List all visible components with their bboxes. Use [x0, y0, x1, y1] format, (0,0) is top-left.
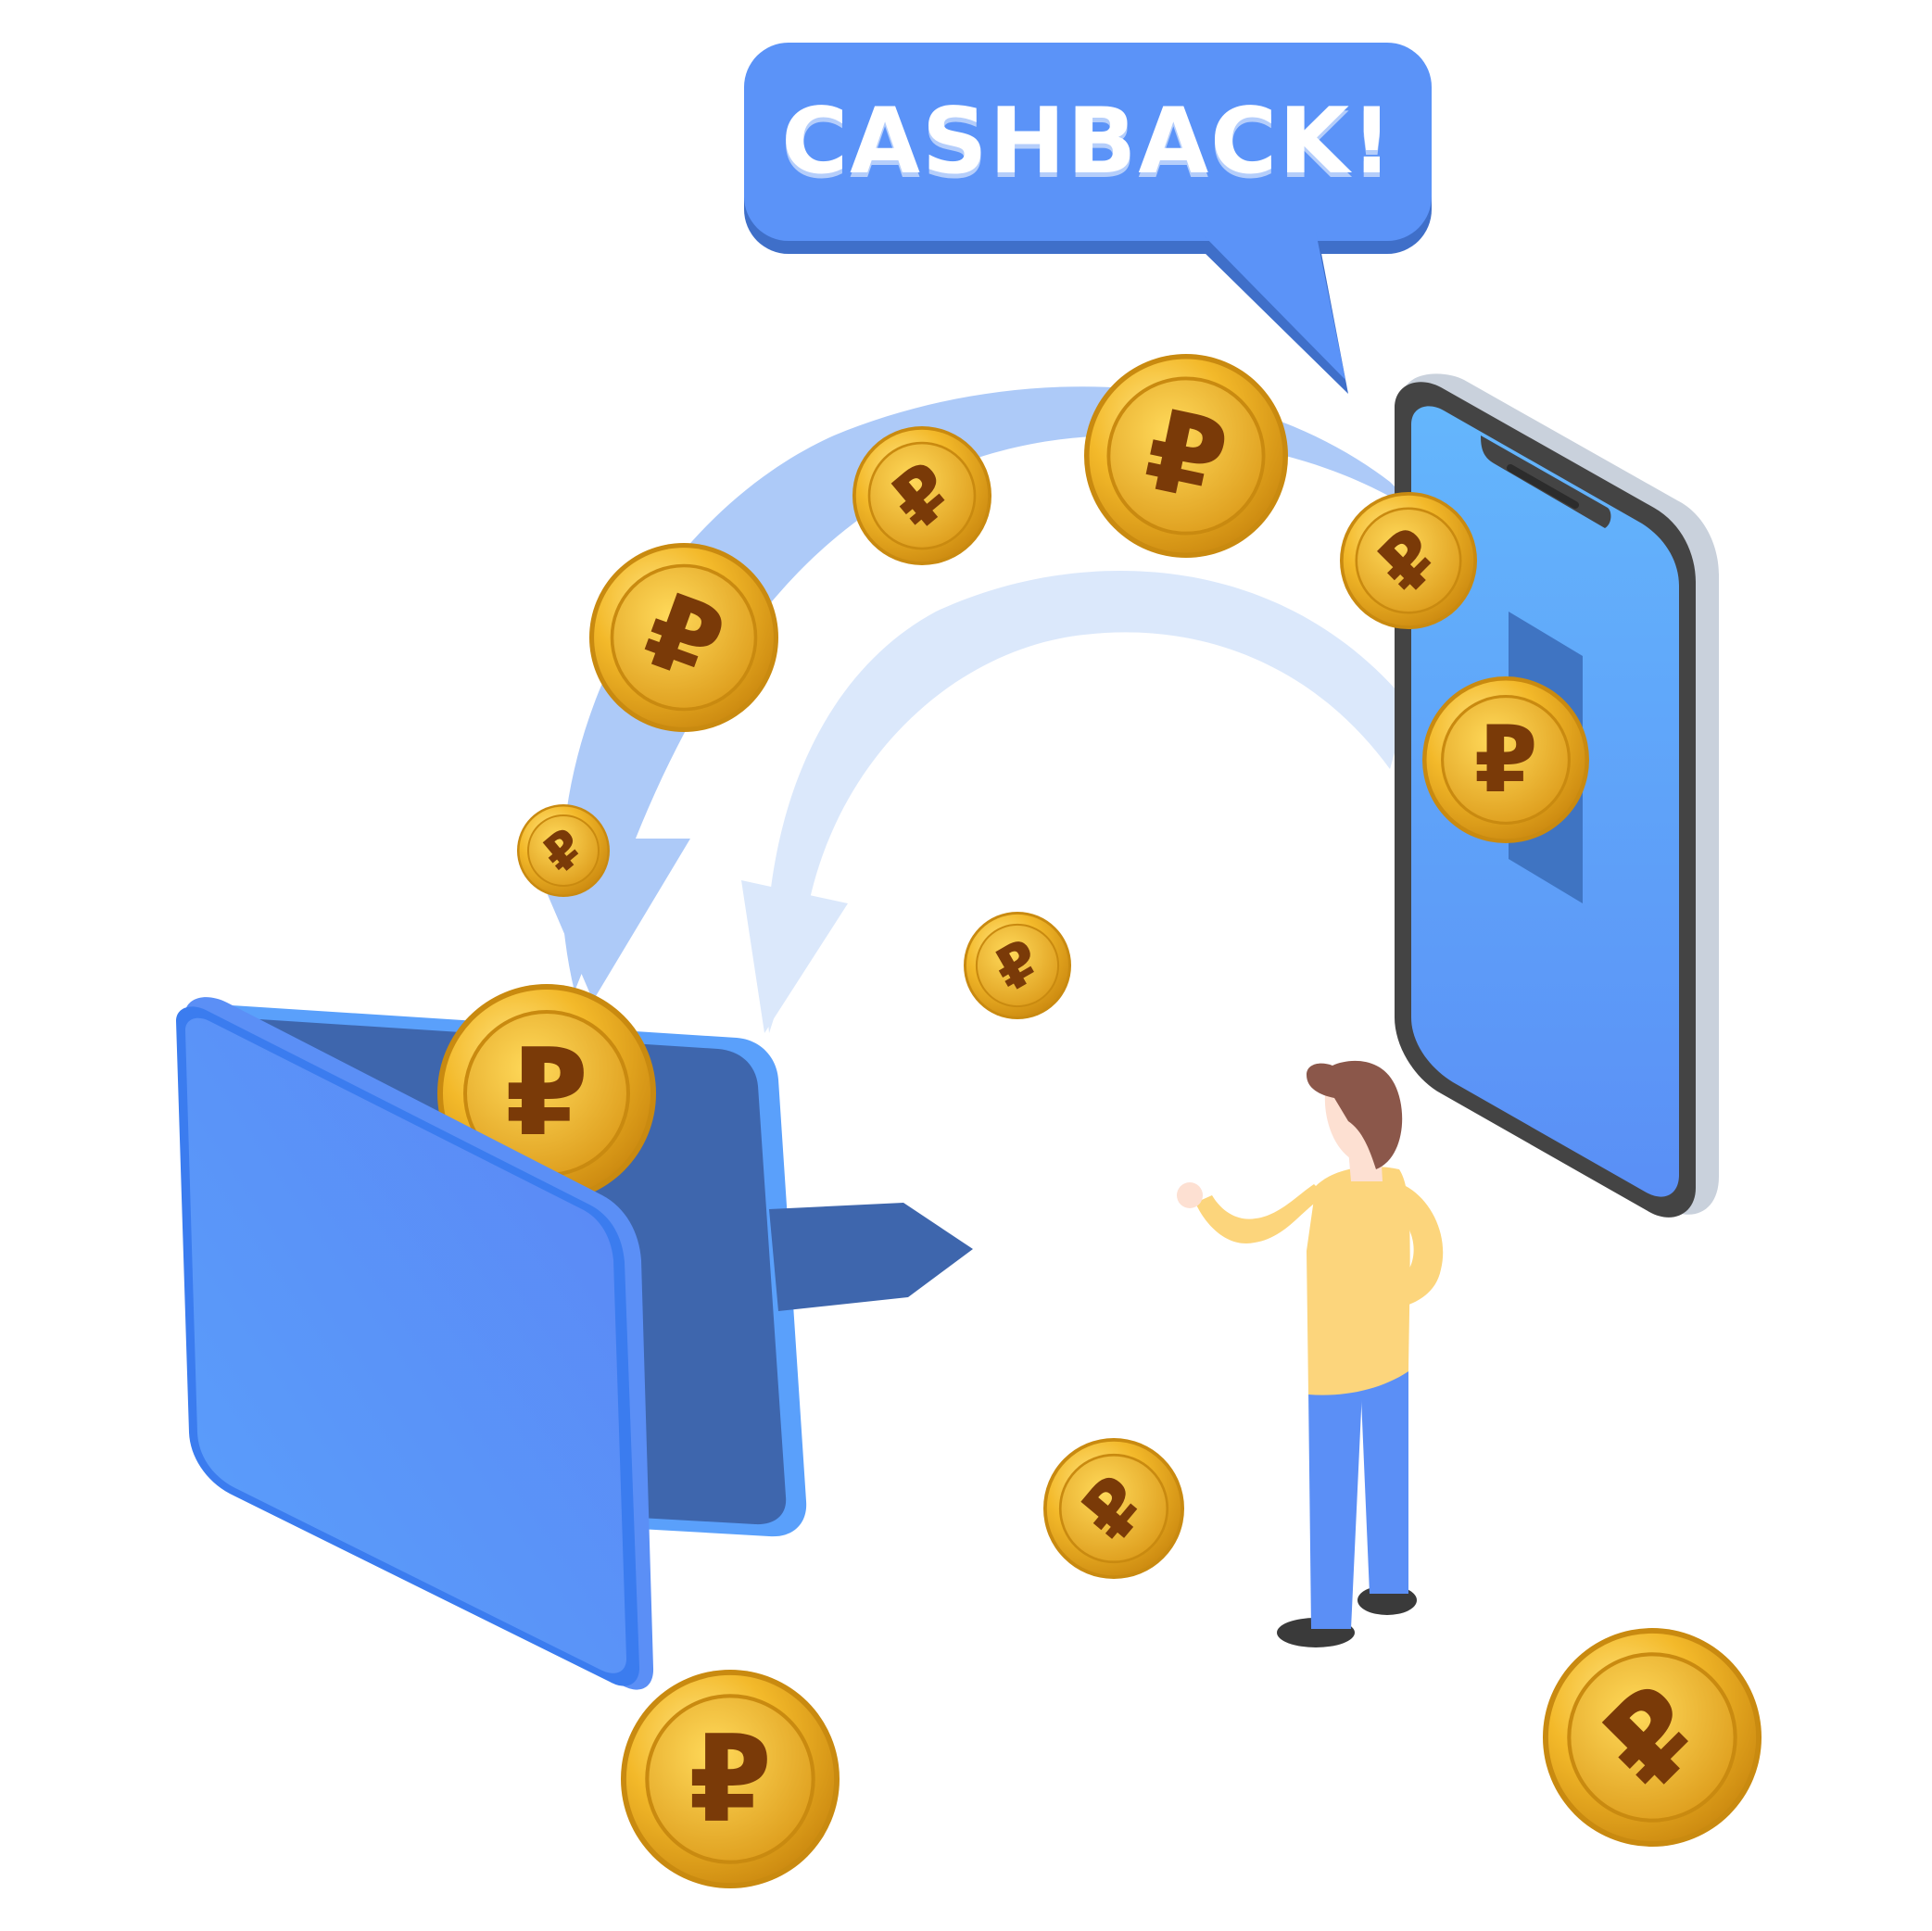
cashback-arrow-front [741, 570, 1408, 1033]
ruble-coin-icon: ₽ [852, 426, 991, 565]
ruble-coin-icon: ₽ [1543, 1628, 1762, 1847]
person-illustration [1177, 1060, 1444, 1647]
ruble-sign: ₽ [505, 1022, 588, 1163]
ruble-sign: ₽ [688, 1710, 772, 1849]
ruble-coin-icon: ₽ [589, 543, 778, 732]
ruble-coin-icon: ₽ [1340, 492, 1477, 629]
ruble-sign: ₽ [1474, 707, 1538, 814]
ruble-coin-icon: ₽ [517, 804, 610, 897]
speech-bubble: CASHBACK! CASHBACK! [744, 43, 1432, 394]
ruble-coin-icon: ₽ [1043, 1438, 1184, 1579]
cashback-text: CASHBACK! [781, 89, 1394, 195]
cashback-illustration: CASHBACK! CASHBACK! ₽ ₽₽₽₽₽₽₽₽₽ ₽ [176, 43, 1762, 1888]
ruble-coin-icon: ₽ [621, 1670, 840, 1888]
ruble-coin-icon: ₽ [964, 912, 1071, 1019]
ruble-coin-icon: ₽ [1084, 354, 1288, 558]
ruble-coin-icon: ₽ [1422, 676, 1589, 843]
